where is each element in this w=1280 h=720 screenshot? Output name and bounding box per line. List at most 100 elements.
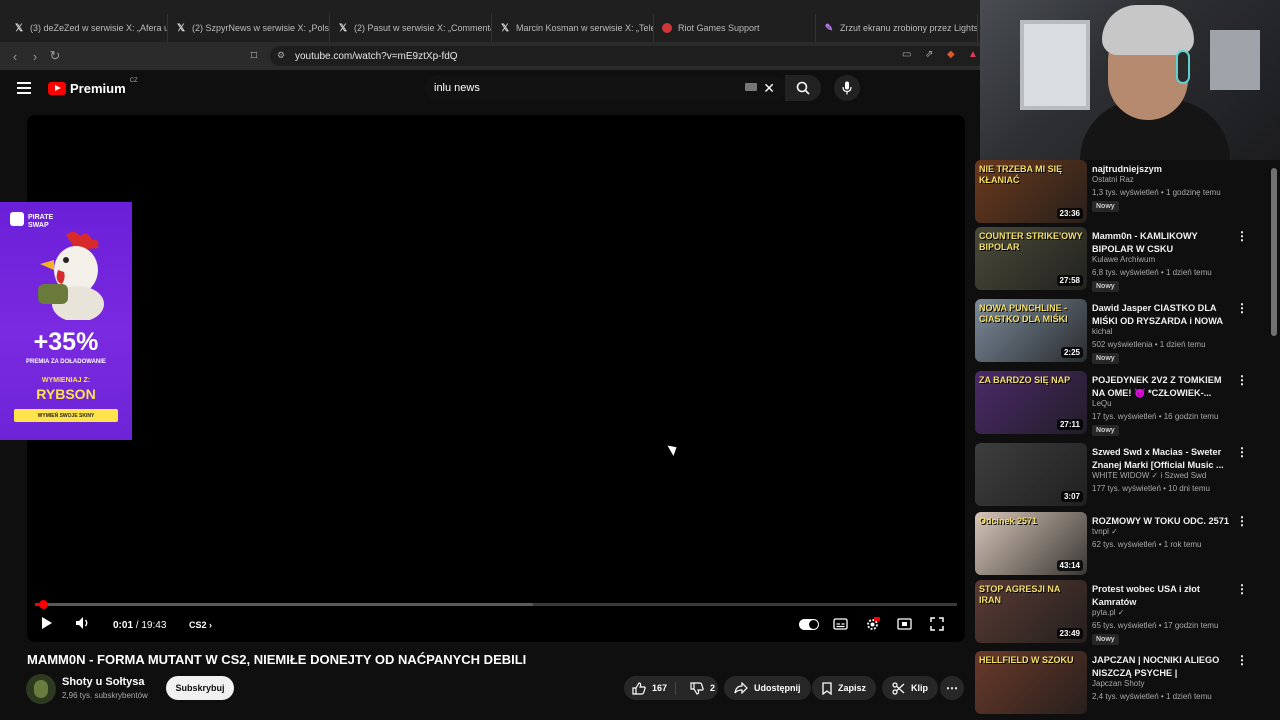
- play-button[interactable]: [41, 616, 53, 630]
- video-channel[interactable]: pyta.pl ✓: [1092, 608, 1125, 617]
- recommended-video[interactable]: ZA BARDZO SIĘ NAP 27:11 POJEDYNEK 2V2 Z TO…: [975, 371, 1265, 437]
- video-thumbnail[interactable]: 3:07: [975, 443, 1087, 506]
- clear-search-icon[interactable]: ✕: [763, 80, 775, 97]
- video-title[interactable]: Mamm0n - KAMLIKOWY BIPOLAR W CSKU: [1092, 230, 1232, 256]
- more-vertical-icon[interactable]: ⋮: [1236, 230, 1248, 242]
- video-title[interactable]: Protest wobec USA i złot Kamratów: [1092, 583, 1232, 609]
- video-title[interactable]: Dawid Jasper CIASTKO DLA MIŚKI OD RYSZAR…: [1092, 302, 1232, 329]
- ad-brand: PIRATE SWAP: [28, 214, 53, 230]
- new-badge: Nowy: [1092, 201, 1119, 212]
- new-badge: Nowy: [1092, 425, 1119, 436]
- recommended-video[interactable]: HELLFIELD W SZOKU JAPCZAN | NOCNIKI ALIEG…: [975, 651, 1265, 717]
- fullscreen-button[interactable]: [930, 617, 944, 631]
- url-field[interactable]: ⚙ youtube.com/watch?v=mE9ztXp-fdQ ▭ ⇗ ◆ …: [270, 46, 985, 66]
- tab-search-icon[interactable]: ▭: [902, 49, 911, 60]
- forward-icon[interactable]: ›: [25, 49, 45, 64]
- browser-tab[interactable]: 𝕏 Marcin Kosman w serwisie X: „Telewi: [492, 14, 654, 42]
- youtube-logo[interactable]: Premium CZ: [48, 78, 138, 96]
- back-icon[interactable]: ‹: [5, 49, 25, 64]
- share-button[interactable]: Udostępnij: [724, 676, 811, 700]
- autoplay-toggle[interactable]: [799, 619, 819, 630]
- more-vertical-icon[interactable]: ⋮: [1236, 515, 1248, 527]
- video-thumbnail[interactable]: NOWA PUNCHLINE - CIASTKO DLA MIŚKI 2:25: [975, 299, 1087, 362]
- channel-name[interactable]: Shoty u Sołtysa: [62, 676, 145, 688]
- video-channel[interactable]: Ostatni Raz: [1092, 175, 1134, 184]
- scrubber-handle[interactable]: [39, 600, 48, 609]
- tab-label: Marcin Kosman w serwisie X: „Telewi: [516, 23, 654, 33]
- video-meta: 1,3 tys. wyświetleń • 1 godzinę temu: [1092, 188, 1221, 197]
- more-vertical-icon[interactable]: ⋮: [1236, 583, 1248, 595]
- video-thumbnail[interactable]: HELLFIELD W SZOKU: [975, 651, 1087, 714]
- dislike-button[interactable]: 2: [682, 681, 715, 695]
- video-title[interactable]: Szwed Swd x Macias - Sweter Znanej Marki…: [1092, 446, 1232, 472]
- video-player[interactable]: 0:01 / 19:43 CS2 ›: [27, 115, 965, 642]
- share-icon[interactable]: ⇗: [925, 49, 933, 60]
- volume-button[interactable]: [75, 616, 91, 630]
- like-button[interactable]: 167: [624, 681, 676, 695]
- clip-button[interactable]: Klip: [882, 676, 938, 700]
- channel-avatar[interactable]: [26, 674, 56, 704]
- chapter-button[interactable]: CS2 ›: [189, 620, 212, 630]
- webcam-person-hair: [1102, 5, 1194, 55]
- video-channel[interactable]: WHITE WIDOW ✓ i Szwed Swd: [1092, 471, 1206, 480]
- video-channel[interactable]: LeQu: [1092, 399, 1112, 408]
- video-meta: 62 tys. wyświetleń • 1 rok temu: [1092, 540, 1202, 549]
- recommended-video[interactable]: NIE TRZEBA MI SIĘ KŁANIAĆ 23:36 najtrudnie…: [975, 160, 1265, 226]
- browser-tab[interactable]: Riot Games Support: [654, 14, 816, 42]
- bookmark-icon[interactable]: ⌑: [244, 48, 264, 64]
- more-actions-button[interactable]: ⋯: [940, 676, 964, 700]
- time-separator: /: [135, 620, 139, 631]
- video-channel[interactable]: kichal: [1092, 327, 1112, 336]
- tab-label: Zrzut ekranu zrobiony przez Lightsh: [840, 23, 978, 33]
- keyboard-icon[interactable]: [745, 83, 757, 91]
- site-info-icon[interactable]: ⚙: [277, 50, 285, 61]
- video-channel[interactable]: Japczan Shoty: [1092, 679, 1144, 688]
- settings-button[interactable]: [865, 617, 880, 632]
- reload-icon[interactable]: ↻: [45, 48, 65, 64]
- recommended-video[interactable]: NOWA PUNCHLINE - CIASTKO DLA MIŚKI 2:25 Da…: [975, 299, 1265, 365]
- video-thumbnail[interactable]: Odcinek 2571 43:14: [975, 512, 1087, 575]
- video-title[interactable]: JAPCZAN | NOCNIKI ALIEGO NISZCZĄ PSYCHE …: [1092, 654, 1232, 680]
- thumbnail-text: NIE TRZEBA MI SIĘ KŁANIAĆ: [979, 164, 1063, 185]
- browser-tab[interactable]: 𝕏 (2) SzpyrNews w serwisie X: „Polski s: [168, 14, 330, 42]
- sidebar-scrollbar[interactable]: [1271, 168, 1277, 336]
- progress-bar[interactable]: [35, 600, 957, 609]
- menu-icon[interactable]: [17, 82, 31, 94]
- more-vertical-icon[interactable]: ⋮: [1236, 446, 1248, 458]
- video-channel[interactable]: Kulawe Archiwum: [1092, 255, 1155, 264]
- video-thumbnail[interactable]: ZA BARDZO SIĘ NAP 27:11: [975, 371, 1087, 434]
- video-channel[interactable]: tvnpl ✓: [1092, 527, 1118, 536]
- youtube-play-icon: [48, 82, 66, 95]
- time-total: 19:43: [141, 620, 167, 631]
- recommended-video[interactable]: 3:07 Szwed Swd x Macias - Sweter Znanej M…: [975, 443, 1265, 509]
- ad-banner[interactable]: PIRATE SWAP +35% PREMIA ZA DOŁADOWANIE WY…: [0, 202, 132, 440]
- video-thumbnail[interactable]: STOP AGRESJI NA IRAN 23:49: [975, 580, 1087, 643]
- recommended-video[interactable]: COUNTER STRIKE'OWY BIPOLAR 27:58 Mamm0n - …: [975, 227, 1265, 293]
- ad-cta-button[interactable]: WYMIEŃ SWOJE SKINY: [14, 409, 118, 422]
- browser-tab[interactable]: 𝕏 (2) Pasut w serwisie X: „Commentary: [330, 14, 492, 42]
- more-vertical-icon[interactable]: ⋮: [1236, 374, 1248, 386]
- search-input[interactable]: inlu news ✕: [425, 75, 785, 101]
- subscribe-button[interactable]: Subskrybuj: [166, 676, 234, 700]
- search-button[interactable]: [785, 75, 821, 101]
- video-title[interactable]: POJEDYNEK 2V2 Z TOMKIEM NA OME! 😈 *CZŁOW…: [1092, 374, 1232, 400]
- rewards-icon[interactable]: ▲: [968, 49, 978, 60]
- voice-search-button[interactable]: [834, 75, 860, 101]
- more-vertical-icon[interactable]: ⋮: [1236, 302, 1248, 314]
- miniplayer-button[interactable]: [897, 618, 912, 630]
- subtitles-button[interactable]: [833, 618, 848, 630]
- browser-tab[interactable]: 𝕏 (3) deZeZed w serwisie X: „Afera u K: [6, 14, 168, 42]
- recommended-video[interactable]: Odcinek 2571 43:14 ROZMOWY W TOKU ODC. 257…: [975, 512, 1265, 578]
- browser-tab[interactable]: ✎ Zrzut ekranu zrobiony przez Lightsh: [816, 14, 978, 42]
- brave-shield-icon[interactable]: ◆: [947, 49, 955, 60]
- rooster-image: [38, 231, 104, 320]
- webcam-overlay: [980, 0, 1280, 160]
- video-thumbnail[interactable]: NIE TRZEBA MI SIĘ KŁANIAĆ 23:36: [975, 160, 1087, 223]
- recommended-video[interactable]: STOP AGRESJI NA IRAN 23:49 Protest wobec U…: [975, 580, 1265, 646]
- more-vertical-icon[interactable]: ⋮: [1236, 654, 1248, 666]
- video-thumbnail[interactable]: COUNTER STRIKE'OWY BIPOLAR 27:58: [975, 227, 1087, 290]
- buffer-bar: [43, 603, 533, 606]
- ad-cta-label: WYMIEŃ SWOJE SKINY: [37, 412, 95, 419]
- save-button[interactable]: Zapisz: [812, 676, 877, 700]
- thumbnail-text: NOWA PUNCHLINE - CIASTKO DLA MIŚKI: [979, 303, 1068, 324]
